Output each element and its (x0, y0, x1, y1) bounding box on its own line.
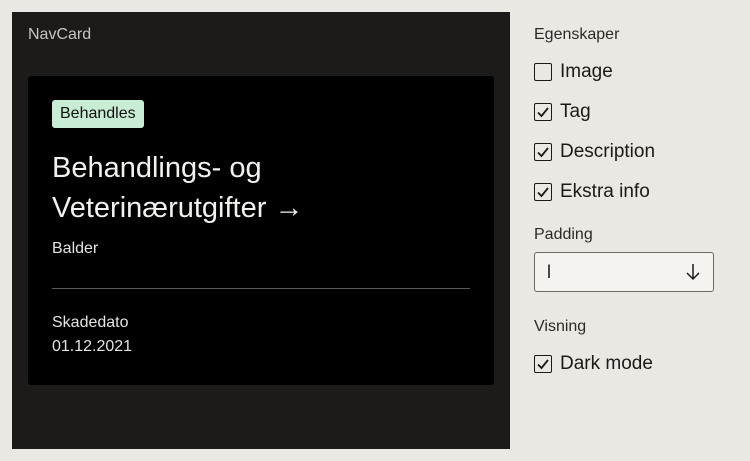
checkbox-box[interactable] (534, 103, 552, 121)
properties-title: Egenskaper (534, 26, 620, 43)
checkmark-icon (537, 187, 549, 198)
extra-info-label: Skadedato (52, 314, 129, 331)
checkbox-tag[interactable]: Tag (534, 101, 591, 123)
checkmark-icon (537, 107, 549, 118)
checkmark-icon (537, 359, 549, 370)
checkbox-label: Tag (560, 101, 591, 122)
checkbox-label: Description (560, 141, 656, 162)
checkbox-label: Image (560, 61, 613, 82)
padding-select-value: l (547, 261, 551, 282)
nav-card[interactable]: Behandles Behandlings- og Veterinærutgif… (28, 76, 494, 385)
padding-title: Padding (534, 226, 593, 243)
padding-select[interactable]: l (534, 252, 714, 292)
card-title-line-1: Behandlings- og (52, 152, 262, 184)
card-title-line-2: Veterinærutgifter → (52, 192, 304, 224)
view-title: Visning (534, 318, 587, 335)
checkmark-icon (537, 147, 549, 158)
checkbox-label: Dark mode (560, 353, 653, 374)
status-tag: Behandles (52, 100, 144, 128)
checkbox-label: Ekstra info (560, 181, 650, 202)
checkbox-box[interactable] (534, 355, 552, 373)
preview-label: NavCard (28, 26, 92, 43)
arrow-down-icon (685, 263, 701, 281)
properties-panel: Egenskaper Image Tag Description Ekstra … (534, 0, 744, 461)
checkbox-dark-mode[interactable]: Dark mode (534, 353, 653, 375)
checkbox-box[interactable] (534, 63, 552, 81)
checkbox-image[interactable]: Image (534, 61, 613, 83)
checkbox-box[interactable] (534, 143, 552, 161)
preview-area: NavCard Behandles Behandlings- og Veteri… (12, 12, 510, 449)
card-title[interactable]: Behandlings- og Veterinærutgifter → (52, 148, 472, 228)
checkbox-extra-info[interactable]: Ekstra info (534, 181, 650, 203)
card-description: Balder (52, 240, 99, 257)
checkbox-box[interactable] (534, 183, 552, 201)
card-divider (52, 288, 470, 289)
extra-info-value: 01.12.2021 (52, 338, 133, 355)
checkbox-description[interactable]: Description (534, 141, 655, 163)
